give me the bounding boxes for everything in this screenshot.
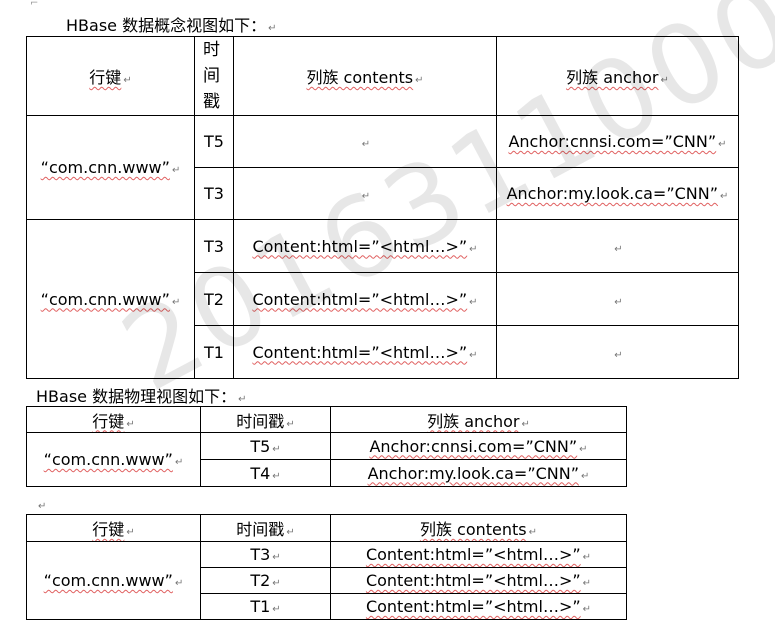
cell-contents: ↵ — [233, 115, 497, 168]
header-family: 列族 anchor ↵ — [330, 406, 627, 433]
cell-timestamp: T3 — [194, 219, 234, 273]
cell-contents: Content:html=”<html…>” ↵ — [233, 325, 497, 379]
table-row: “com.cnn.www” ↵ T5 ↵ Anchor:cnnsi.com=”CN… — [26, 115, 739, 220]
header-contents: 列族 contents ↵ — [233, 36, 497, 116]
cell-anchor: Anchor:cnnsi.com=”CNN” ↵ — [496, 115, 739, 168]
header-timestamp: 时间戳 ↵ — [200, 406, 331, 433]
cell-timestamp: T2 ↵ — [200, 567, 331, 594]
cell-contents: ↵ — [233, 167, 497, 220]
cell-anchor: ↵ — [496, 272, 739, 326]
cell-rowkey: “com.cnn.www” ↵ — [26, 219, 195, 379]
cell-timestamp: T5 — [194, 115, 234, 168]
physical-anchor-table: 行键 ↵ 时间戳 ↵ 列族 anchor ↵ “com.cnn.www” ↵ T5 ↵ A… — [26, 406, 627, 487]
heading-text: HBase 数据物理视图如下： — [36, 387, 237, 406]
header-anchor: 列族 anchor ↵ — [496, 36, 739, 116]
cell-value: Content:html=”<html…>” ↵ — [330, 567, 627, 594]
cell-rowkey: “com.cnn.www” ↵ — [26, 541, 201, 620]
table-row: “com.cnn.www” ↵ T3 Content:html=”<html…>”… — [26, 219, 739, 379]
cell-contents: Content:html=”<html…>” ↵ — [233, 219, 497, 273]
cell-timestamp: T3 — [194, 167, 234, 220]
cell-value: Anchor:my.look.ca=”CNN” ↵ — [330, 459, 627, 487]
conceptual-view-table: 行键 ↵ 时间戳 列族 contents ↵ 列族 anchor ↵ “com.cnn… — [26, 36, 739, 379]
cell-value: Anchor:cnnsi.com=”CNN” ↵ — [330, 432, 627, 460]
cell-timestamp: T1 — [194, 325, 234, 379]
physical-view-heading: HBase 数据物理视图如下： ↵ — [36, 383, 246, 407]
cell-timestamp: T4 ↵ — [200, 459, 331, 487]
physical-contents-table: 行键 ↵ 时间戳 ↵ 列族 contents ↵ “com.cnn.www” ↵ T3 ↵… — [26, 514, 627, 620]
table-header-row: 行键 ↵ 时间戳 ↵ 列族 anchor ↵ — [26, 406, 627, 433]
corner-mark: ⌐ — [30, 0, 39, 9]
header-rowkey: 行键 ↵ — [26, 514, 201, 542]
paragraph-mark: ↵ — [238, 394, 247, 405]
table-header-row: 行键 ↵ 时间戳 ↵ 列族 contents ↵ — [26, 514, 627, 542]
cell-timestamp: T2 — [194, 272, 234, 326]
table-row: “com.cnn.www” ↵ T3 ↵ Content:html=”<html…>… — [26, 541, 627, 620]
cell-value: Content:html=”<html…>” ↵ — [330, 593, 627, 620]
cell-timestamp: T1 ↵ — [200, 593, 331, 620]
table-row: “com.cnn.www” ↵ T5 ↵ Anchor:cnnsi.com=”CNN… — [26, 432, 627, 487]
cell-timestamp: T3 ↵ — [200, 541, 331, 568]
cell-anchor: Anchor:my.look.ca=”CNN” ↵ — [496, 167, 739, 220]
header-family: 列族 contents ↵ — [330, 514, 627, 542]
cell-timestamp: T5 ↵ — [200, 432, 331, 460]
conceptual-view-heading: HBase 数据概念视图如下： ↵ — [66, 12, 276, 36]
header-timestamp: 时间戳 ↵ — [200, 514, 331, 542]
cell-anchor: ↵ — [496, 219, 739, 273]
cell-anchor: ↵ — [496, 325, 739, 379]
cell-rowkey: “com.cnn.www” ↵ — [26, 115, 195, 220]
header-rowkey: 行键 ↵ — [26, 36, 195, 116]
cell-contents: Content:html=”<html…>” ↵ — [233, 272, 497, 326]
cell-rowkey: “com.cnn.www” ↵ — [26, 432, 201, 487]
header-rowkey: 行键 ↵ — [26, 406, 201, 433]
empty-paragraph-mark: ↵ — [38, 501, 47, 512]
cell-value: Content:html=”<html…>” ↵ — [330, 541, 627, 568]
header-timestamp: 时间戳 — [194, 36, 234, 116]
paragraph-mark: ↵ — [268, 23, 277, 34]
heading-text: HBase 数据概念视图如下： — [66, 16, 267, 35]
table-header-row: 行键 ↵ 时间戳 列族 contents ↵ 列族 anchor ↵ — [26, 36, 739, 116]
